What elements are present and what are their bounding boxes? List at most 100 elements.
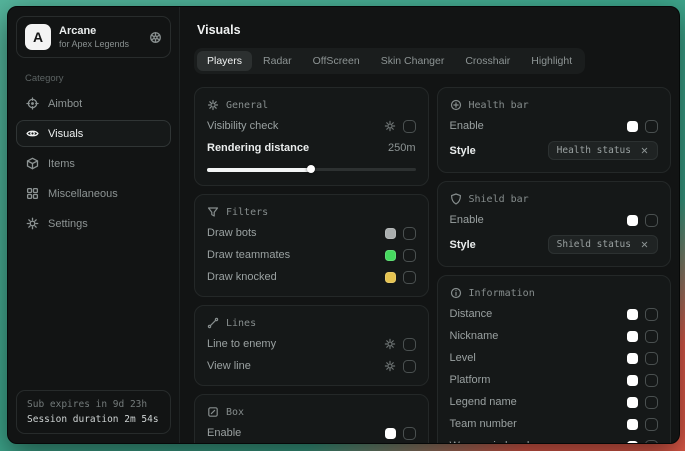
draw-teammates-checkbox[interactable] <box>403 249 416 262</box>
view-line-checkbox[interactable] <box>403 360 416 373</box>
setting-label: Legend name <box>450 396 517 408</box>
setting-row: Level <box>450 351 659 365</box>
settings-gear-icon[interactable] <box>384 120 396 132</box>
distance-checkbox[interactable] <box>645 308 658 321</box>
level-color-swatch[interactable] <box>627 353 638 364</box>
enable-checkbox[interactable] <box>645 214 658 227</box>
setting-label: Style <box>450 239 476 251</box>
tab-bar: PlayersRadarOffScreenSkin ChangerCrossha… <box>194 48 585 74</box>
level-checkbox[interactable] <box>645 352 658 365</box>
setting-row: Platform <box>450 373 659 387</box>
enable-color-swatch[interactable] <box>627 121 638 132</box>
close-icon[interactable] <box>640 240 649 249</box>
card-title: Box <box>226 407 244 418</box>
team-number-color-swatch[interactable] <box>627 419 638 430</box>
app-window: A Arcane for Apex Legends Category Aimbo… <box>7 6 680 444</box>
app-subtitle: for Apex Legends <box>59 39 129 49</box>
card-header: Shield bar <box>450 193 659 205</box>
nickname-color-swatch[interactable] <box>627 331 638 342</box>
aperture-icon[interactable] <box>149 31 162 44</box>
setting-label: Draw knocked <box>207 271 277 283</box>
row-controls <box>627 352 658 365</box>
nickname-checkbox[interactable] <box>645 330 658 343</box>
tab-crosshair[interactable]: Crosshair <box>455 51 520 71</box>
close-icon[interactable] <box>640 146 649 155</box>
setting-row: Enable <box>207 426 416 440</box>
rendering-distance-value: 250m <box>388 142 416 154</box>
draw-knocked-color-swatch[interactable] <box>385 272 396 283</box>
platform-color-swatch[interactable] <box>627 375 638 386</box>
sidebar-item-visuals[interactable]: Visuals <box>16 120 171 147</box>
visibility-check-checkbox[interactable] <box>403 120 416 133</box>
setting-label: Nickname <box>450 330 499 342</box>
session-duration-text: Session duration 2m 54s <box>27 414 160 425</box>
sidebar: A Arcane for Apex Legends Category Aimbo… <box>8 7 180 443</box>
rendering-distance-slider[interactable] <box>207 165 416 173</box>
setting-row: Legend name <box>450 395 659 409</box>
health-status-select[interactable]: Health status <box>548 141 658 160</box>
category-label: Category <box>25 73 179 84</box>
setting-row: Draw teammates <box>207 248 416 262</box>
enable-color-swatch[interactable] <box>627 215 638 226</box>
row-controls <box>385 427 416 440</box>
crosshair-icon <box>26 97 39 110</box>
tab-players[interactable]: Players <box>197 51 252 71</box>
settings-gear-icon[interactable] <box>384 360 396 372</box>
platform-checkbox[interactable] <box>645 374 658 387</box>
sidebar-nav: Aimbot Visuals Items Miscellaneous Settings <box>8 87 179 240</box>
weapon-in-hands-color-swatch[interactable] <box>627 441 638 444</box>
setting-label: Enable <box>450 120 484 132</box>
tab-skin-changer[interactable]: Skin Changer <box>371 51 455 71</box>
tab-offscreen[interactable]: OffScreen <box>303 51 370 71</box>
draw-knocked-checkbox[interactable] <box>403 271 416 284</box>
setting-label: Enable <box>207 427 241 439</box>
sidebar-item-miscellaneous[interactable]: Miscellaneous <box>16 180 171 207</box>
row-controls <box>385 271 416 284</box>
shield-status-select[interactable]: Shield status <box>548 235 658 254</box>
draw-teammates-color-swatch[interactable] <box>385 250 396 261</box>
select-value: Shield status <box>557 239 631 250</box>
sidebar-item-label: Miscellaneous <box>48 188 118 200</box>
team-number-checkbox[interactable] <box>645 418 658 431</box>
health-icon <box>450 99 462 111</box>
enable-checkbox[interactable] <box>403 427 416 440</box>
funnel-icon <box>207 206 219 218</box>
gear-icon <box>26 217 39 230</box>
setting-label: Visibility check <box>207 120 278 132</box>
setting-row: Weapon in hands <box>450 439 659 443</box>
sidebar-item-items[interactable]: Items <box>16 150 171 177</box>
app-meta: Arcane for Apex Legends <box>59 25 129 49</box>
setting-label: Line to enemy <box>207 338 276 350</box>
card-health-bar: Health barEnableStyleHealth status <box>437 87 672 173</box>
tab-radar[interactable]: Radar <box>253 51 302 71</box>
settings-gear-icon[interactable] <box>384 338 396 350</box>
draw-bots-checkbox[interactable] <box>403 227 416 240</box>
setting-row: Rendering distance250m <box>207 141 416 155</box>
row-controls <box>627 396 658 409</box>
setting-row: Nickname <box>450 329 659 343</box>
sidebar-item-label: Visuals <box>48 128 83 140</box>
box-icon <box>207 406 219 418</box>
page-title: Visuals <box>197 23 671 37</box>
card-title: Shield bar <box>469 194 529 205</box>
package-icon <box>26 157 39 170</box>
setting-row: Team number <box>450 417 659 431</box>
tab-highlight[interactable]: Highlight <box>521 51 582 71</box>
legend-name-checkbox[interactable] <box>645 396 658 409</box>
card-general: GeneralVisibility checkRendering distanc… <box>194 87 429 186</box>
legend-name-color-swatch[interactable] <box>627 397 638 408</box>
slider-thumb[interactable] <box>307 165 315 173</box>
enable-color-swatch[interactable] <box>385 428 396 439</box>
enable-checkbox[interactable] <box>645 120 658 133</box>
weapon-in-hands-checkbox[interactable] <box>645 440 658 444</box>
draw-bots-color-swatch[interactable] <box>385 228 396 239</box>
sidebar-item-aimbot[interactable]: Aimbot <box>16 90 171 117</box>
distance-color-swatch[interactable] <box>627 309 638 320</box>
card-title: Information <box>469 288 535 299</box>
shield-icon <box>450 193 462 205</box>
sidebar-item-settings[interactable]: Settings <box>16 210 171 237</box>
row-controls <box>385 249 416 262</box>
eye-icon <box>26 127 39 140</box>
line-to-enemy-checkbox[interactable] <box>403 338 416 351</box>
row-controls <box>384 120 416 133</box>
